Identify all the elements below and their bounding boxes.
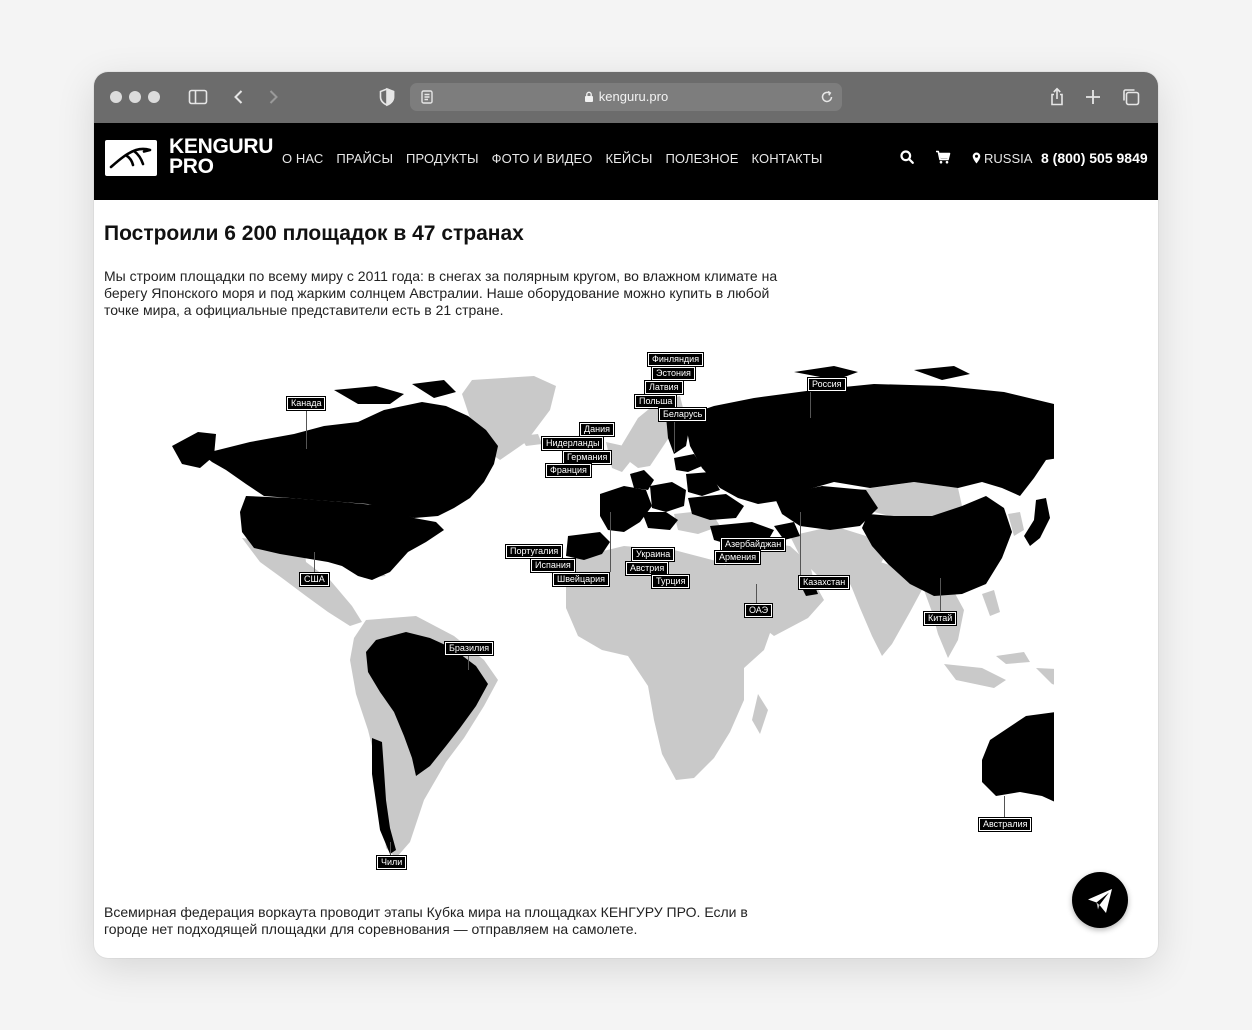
country-label: Канада — [285, 396, 327, 411]
leader-line — [306, 409, 307, 449]
leader-line — [468, 654, 469, 670]
nav-products[interactable]: ПРОДУКТЫ — [406, 151, 479, 166]
region-selector[interactable]: RUSSIA — [972, 151, 1032, 166]
location-pin-icon — [972, 152, 981, 164]
leader-line — [810, 388, 811, 418]
tab-overview-icon[interactable] — [1120, 86, 1142, 108]
privacy-shield-icon[interactable] — [376, 86, 398, 108]
paper-plane-icon — [1088, 889, 1112, 913]
address-bar[interactable]: kenguru.pro — [410, 83, 842, 111]
footnote-paragraph: Всемирная федерация воркаута проводит эт… — [104, 904, 748, 937]
country-label: Эстония — [651, 366, 696, 381]
page-title: Построили 6 200 площадок в 47 странах — [104, 222, 524, 245]
country-label: Азербайджан — [719, 537, 787, 552]
nav-photo-video[interactable]: ФОТО И ВИДЕО — [492, 151, 593, 166]
country-label: ОАЭ — [743, 603, 774, 618]
country-label: Австрия — [624, 561, 670, 576]
leader-line — [800, 512, 801, 576]
region-label: RUSSIA — [984, 151, 1033, 166]
kangaroo-logo-icon[interactable] — [105, 140, 157, 176]
country-label: Австралия — [977, 817, 1033, 832]
country-label: Дания — [579, 422, 615, 437]
nav-useful[interactable]: ПОЛЕЗНОЕ — [665, 151, 738, 166]
browser-toolbar: kenguru.pro — [94, 72, 1158, 123]
country-label: Армения — [713, 550, 762, 565]
country-label: Турция — [650, 574, 691, 589]
country-label: Швейцария — [551, 572, 611, 587]
url-text-wrap: kenguru.pro — [410, 89, 842, 104]
search-icon[interactable] — [899, 149, 915, 165]
country-label: Португалия — [504, 544, 564, 559]
forward-icon[interactable] — [262, 86, 284, 108]
country-label: Германия — [561, 450, 613, 465]
leader-line — [390, 842, 391, 856]
leader-line — [756, 584, 757, 604]
logo-line-1: KENGURU — [169, 135, 274, 158]
zoom-window-button[interactable] — [148, 91, 160, 103]
nav-cases[interactable]: КЕЙСЫ — [605, 151, 652, 166]
close-window-button[interactable] — [110, 91, 122, 103]
phone-link[interactable]: 8 (800) 505 9849 — [1041, 150, 1148, 166]
url-text: kenguru.pro — [598, 89, 669, 104]
main-nav: О НАС ПРАЙСЫ ПРОДУКТЫ ФОТО И ВИДЕО КЕЙСЫ… — [282, 151, 822, 166]
lock-icon — [584, 91, 593, 102]
country-label: Франция — [545, 463, 592, 478]
country-label: Чили — [375, 855, 408, 870]
share-icon[interactable] — [1046, 86, 1068, 108]
back-icon[interactable] — [228, 86, 250, 108]
country-label: Испания — [530, 558, 576, 573]
country-label: Китай — [922, 611, 958, 626]
intro-paragraph: Мы строим площадки по всему миру с 2011 … — [104, 268, 778, 318]
country-label: Нидерланды — [540, 436, 605, 451]
logo-line-2: PRO — [169, 155, 214, 178]
nav-contacts[interactable]: КОНТАКТЫ — [752, 151, 823, 166]
nav-about[interactable]: О НАС — [282, 151, 323, 166]
country-label: Польша — [633, 394, 678, 409]
minimize-window-button[interactable] — [129, 91, 141, 103]
browser-window: kenguru.pro KENGURU PRO О НАС ПРАЙСЫ ПРО… — [94, 72, 1158, 958]
reload-icon[interactable] — [818, 88, 836, 106]
leader-line — [610, 512, 611, 572]
leader-line — [940, 578, 941, 612]
cart-icon[interactable] — [935, 149, 951, 165]
site-header: KENGURU PRO О НАС ПРАЙСЫ ПРОДУКТЫ ФОТО И… — [94, 123, 1158, 200]
leader-line — [1004, 796, 1005, 818]
country-label: США — [299, 572, 330, 587]
sidebar-icon[interactable] — [187, 86, 209, 108]
country-label: Беларусь — [657, 407, 708, 422]
new-tab-icon[interactable] — [1082, 86, 1104, 108]
nav-prices[interactable]: ПРАЙСЫ — [336, 151, 393, 166]
telegram-chat-button[interactable] — [1072, 872, 1128, 928]
country-label: Бразилия — [443, 641, 495, 656]
country-label: Казахстан — [797, 575, 851, 590]
leader-line — [314, 552, 315, 574]
country-label: Украина — [630, 547, 676, 562]
window-controls — [110, 91, 160, 103]
country-label: Россия — [807, 377, 847, 392]
country-label: Финляндия — [646, 352, 705, 367]
logo-wordmark[interactable]: KENGURU PRO — [169, 135, 274, 178]
country-label: Латвия — [644, 380, 684, 395]
